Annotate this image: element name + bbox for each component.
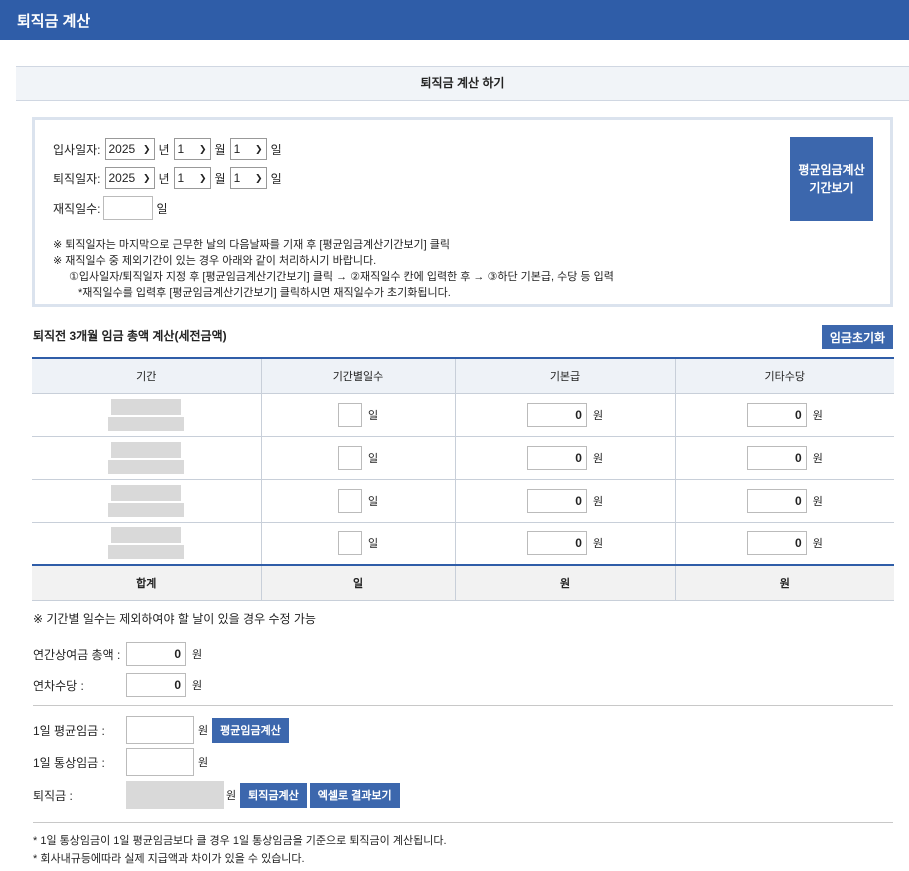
divider (33, 822, 893, 823)
basic-pay-input[interactable]: 0 (526, 531, 587, 556)
page-header: 퇴직금 계산 (0, 0, 909, 40)
severance-row: 퇴직금 : 원 퇴직금계산 엑셀로 결과보기 (33, 781, 400, 809)
col-header-days: 기간별일수 (260, 357, 455, 394)
note-line: ①입사일자/퇴직일자 지정 후 [평균임금계산기간보기] 클릭 → ②재직일수 … (69, 271, 614, 283)
date-input-panel: 입사일자: 2025 ❯ 년 1 ❯ 월 1 ❯ 일 퇴직일자: 2025 ❯ 년 1 ❯… (32, 117, 893, 307)
avg-wage-row: 1일 평균임금 : 원 평균임금계산 (33, 716, 289, 744)
severance-result (126, 781, 224, 809)
other-allowance-input[interactable]: 0 (746, 488, 807, 513)
period-cell (32, 522, 261, 566)
end-year-select[interactable]: 2025 ❯ (104, 167, 155, 189)
wage-table: 기간 기간별일수 기본급 기타수당 일 0원 0원 일 0원 0원 일 0원 0… (32, 357, 894, 601)
note-line: *재직일수를 입력후 [평균임금계산기간보기] 클릭하시면 재직일수가 초기화됩… (78, 287, 451, 299)
table-row: 일 0원 0원 (32, 393, 894, 437)
view-period-button[interactable]: 평균임금계산 기간보기 (790, 137, 873, 221)
avg-wage-calc-button[interactable]: 평균임금계산 (212, 717, 289, 743)
chevron-down-icon: ❯ (142, 143, 151, 154)
annual-leave-input[interactable]: 0 (126, 673, 186, 697)
start-month-select[interactable]: 1 ❯ (173, 138, 211, 160)
start-day-select[interactable]: 1 ❯ (229, 138, 267, 160)
table-row: 일 0원 0원 (32, 522, 894, 566)
other-allowance-input[interactable]: 0 (746, 402, 807, 427)
days-input[interactable] (337, 531, 362, 556)
days-input[interactable] (337, 488, 362, 513)
footnotes: * 1일 통상임금이 1일 평균임금보다 클 경우 1일 통상임금을 기준으로 … (33, 832, 447, 868)
basic-pay-input[interactable]: 0 (526, 402, 587, 427)
reset-wage-button[interactable]: 임금초기화 (822, 325, 893, 349)
work-days-input[interactable] (102, 196, 153, 220)
sum-other: 원 (674, 564, 894, 601)
end-month-select[interactable]: 1 ❯ (173, 167, 211, 189)
sum-row: 합계 일 원 원 (32, 564, 894, 601)
bonus-input[interactable]: 0 (126, 642, 186, 666)
basic-pay-input[interactable]: 0 (526, 488, 587, 513)
chevron-down-icon: ❯ (142, 172, 151, 183)
chevron-down-icon: ❯ (199, 172, 207, 183)
start-year-select[interactable]: 2025 ❯ (104, 138, 155, 160)
bonus-label: 연간상여금 총액 : (33, 647, 121, 662)
basic-pay-input[interactable]: 0 (526, 445, 587, 470)
footnote-line: * 1일 통상임금이 1일 평균임금보다 클 경우 1일 통상임금을 기준으로 … (33, 835, 447, 847)
days-input[interactable] (337, 445, 362, 470)
period-cell (32, 479, 261, 523)
severance-calc-button[interactable]: 퇴직금계산 (240, 782, 307, 808)
start-date-row: 입사일자: 2025 ❯ 년 1 ❯ 월 1 ❯ 일 (53, 138, 282, 160)
wage-section-title: 퇴직전 3개월 임금 총액 계산(세전금액) (33, 329, 227, 343)
end-day-select[interactable]: 1 ❯ (229, 167, 267, 189)
ordinary-wage-label: 1일 통상임금 : (33, 755, 105, 770)
end-date-row: 퇴직일자: 2025 ❯ 년 1 ❯ 월 1 ❯ 일 (53, 167, 282, 189)
footnote-line: * 회사내규등에따라 실제 지급액과 차이가 있을 수 있습니다. (33, 853, 305, 865)
col-header-basic: 기본급 (454, 357, 675, 394)
excel-export-button[interactable]: 엑셀로 결과보기 (309, 782, 400, 808)
sum-label: 합계 (32, 564, 261, 601)
col-header-other: 기타수당 (674, 357, 894, 394)
other-allowance-input[interactable]: 0 (746, 445, 807, 470)
period-cell (32, 436, 261, 480)
chevron-down-icon: ❯ (255, 172, 263, 183)
ordinary-wage-row: 1일 통상임금 : 원 (33, 748, 208, 776)
chevron-down-icon: ❯ (255, 143, 263, 154)
work-days-row: 재직일수: 일 (53, 196, 168, 220)
note-line: ※ 재직일수 중 제외기간이 있는 경우 아래와 같이 처리하시기 바랍니다. (53, 255, 377, 267)
days-input[interactable] (337, 402, 362, 427)
bonus-row: 연간상여금 총액 : 0 원 (33, 642, 202, 666)
note-line: ※ 퇴직일자는 마지막으로 근무한 날의 다음날짜를 기재 후 [평균임금계산기… (53, 239, 451, 251)
date-notes: ※ 퇴직일자는 마지막으로 근무한 날의 다음날짜를 기재 후 [평균임금계산기… (53, 237, 614, 301)
start-date-label: 입사일자: (53, 142, 101, 157)
section-title: 퇴직금 계산 하기 (16, 66, 909, 101)
other-allowance-input[interactable]: 0 (746, 531, 807, 556)
end-date-label: 퇴직일자: (53, 171, 101, 186)
divider (33, 705, 893, 706)
annual-leave-row: 연차수당 : 0 원 (33, 673, 202, 697)
avg-wage-input[interactable] (126, 716, 194, 744)
table-row: 일 0원 0원 (32, 436, 894, 480)
sum-basic: 원 (454, 564, 675, 601)
ordinary-wage-input[interactable] (126, 748, 194, 776)
sum-days: 일 (260, 564, 455, 601)
days-edit-note: ※ 기간별 일수는 제외하여야 할 날이 있을 경우 수정 가능 (33, 612, 316, 626)
annual-leave-label: 연차수당 : (33, 678, 84, 693)
col-header-period: 기간 (32, 357, 261, 394)
page-title: 퇴직금 계산 (17, 13, 91, 30)
work-days-label: 재직일수: (53, 201, 101, 216)
period-cell (32, 393, 261, 437)
avg-wage-label: 1일 평균임금 : (33, 723, 105, 738)
severance-label: 퇴직금 : (33, 788, 73, 803)
table-row: 일 0원 0원 (32, 479, 894, 523)
chevron-down-icon: ❯ (199, 143, 207, 154)
